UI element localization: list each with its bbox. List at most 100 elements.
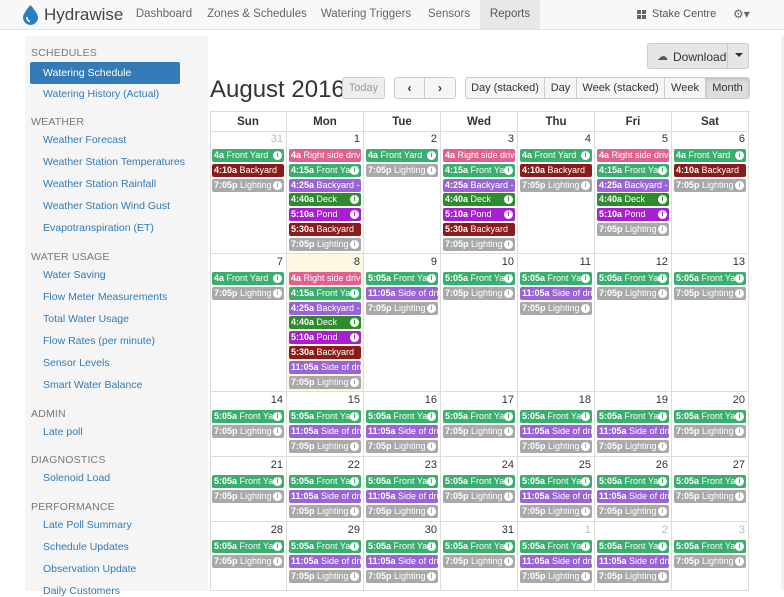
info-icon[interactable]: i — [735, 477, 744, 486]
day-cell[interactable]: 20 5:05a Front Yard i 7:05p Lighting i — [672, 392, 749, 457]
schedule-event[interactable]: 5:30a Backyard — [289, 346, 361, 359]
day-number[interactable]: 31 — [502, 524, 514, 536]
view-day-stacked-button[interactable]: Day (stacked) — [465, 77, 545, 99]
schedule-event[interactable]: 11:05a Side of driveway — [520, 424, 592, 438]
schedule-event[interactable]: 4:25a Backyard - Lawn — [443, 178, 515, 192]
sidebar-item-weather-forecast[interactable]: Weather Forecast — [43, 134, 126, 146]
schedule-event[interactable]: 4a Right side driveway — [443, 149, 515, 162]
day-cell[interactable]: 54a Right side driveway4:15a Front Yardi… — [595, 131, 672, 254]
schedule-event[interactable]: 5:05a Front Yard i — [674, 475, 746, 488]
schedule-event[interactable]: 5:10a Pond i — [443, 208, 515, 222]
schedule-event[interactable]: 7:05p Lighting i — [597, 286, 669, 300]
day-number[interactable]: 1 — [585, 524, 591, 536]
day-number[interactable]: 30 — [425, 524, 437, 536]
day-number[interactable]: 16 — [425, 394, 437, 406]
schedule-event[interactable]: 7:05p Lighting i — [212, 489, 284, 503]
site-selector[interactable]: Stake Centre — [637, 0, 716, 29]
info-icon[interactable]: i — [273, 274, 282, 283]
info-icon[interactable]: i — [504, 274, 513, 283]
info-icon[interactable]: i — [350, 165, 359, 175]
sidebar-item-flow-meter-measurements[interactable]: Flow Meter Measurements — [43, 291, 167, 303]
schedule-event[interactable]: 7:05p Lighting i — [443, 237, 515, 251]
schedule-event[interactable]: 7:05p Lighting i — [674, 286, 746, 300]
schedule-event[interactable]: 7:05p Lighting i — [520, 178, 592, 192]
schedule-event[interactable]: 4:15a Front Yard i — [289, 163, 361, 177]
info-icon[interactable]: i — [427, 151, 436, 160]
schedule-event[interactable]: 7:05p Lighting i — [366, 163, 438, 177]
info-icon[interactable]: i — [273, 412, 282, 421]
schedule-event[interactable]: 11:05a Side of driveway — [520, 489, 592, 503]
schedule-event[interactable]: 5:10a Pond i — [289, 208, 361, 222]
day-number[interactable]: 31 — [271, 133, 283, 145]
schedule-event[interactable]: 7:05p Lighting i — [212, 286, 284, 300]
info-icon[interactable]: i — [350, 195, 359, 205]
info-icon[interactable]: i — [581, 180, 590, 190]
schedule-event[interactable]: 7:05p Lighting i — [520, 504, 592, 518]
day-cell[interactable]: 10 5:05a Front Yard i 7:05p Lighting i — [441, 254, 518, 392]
sidebar-item-water-saving[interactable]: Water Saving — [43, 269, 106, 281]
sidebar-item-late-poll[interactable]: Late poll — [43, 426, 83, 438]
schedule-event[interactable]: 11:05a Side of driveway — [366, 554, 438, 568]
day-cell[interactable]: 195:05a Front Yardi11:05a Side of drivew… — [595, 392, 672, 457]
day-cell[interactable]: 305:05a Front Yardi11:05a Side of drivew… — [364, 522, 441, 591]
day-cell[interactable]: 14a Right side driveway4:15a Front Yardi… — [287, 131, 364, 254]
schedule-event[interactable]: 7:05p Lighting i — [597, 504, 669, 518]
day-cell[interactable]: 14 5:05a Front Yard i 7:05p Lighting i — [210, 392, 287, 457]
schedule-event[interactable]: 11:05a Side of driveway — [520, 554, 592, 568]
info-icon[interactable]: i — [658, 288, 667, 298]
day-cell[interactable]: 3 5:05a Front Yard i 7:05p Lighting i — [672, 522, 749, 591]
info-icon[interactable]: i — [581, 571, 590, 581]
day-number[interactable]: 28 — [271, 524, 283, 536]
day-number[interactable]: 3 — [508, 133, 514, 145]
schedule-event[interactable]: 7:05p Lighting i — [597, 223, 669, 236]
schedule-event[interactable]: 4:25a Backyard - Lawn — [289, 301, 361, 315]
info-icon[interactable]: i — [735, 556, 744, 566]
schedule-event[interactable]: 11:05a Side of driveway — [597, 489, 669, 503]
day-number[interactable]: 27 — [733, 459, 745, 471]
day-cell[interactable]: 235:05a Front Yardi11:05a Side of drivew… — [364, 457, 441, 522]
sidebar-item-late-poll-summary[interactable]: Late Poll Summary — [43, 519, 132, 531]
info-icon[interactable]: i — [350, 441, 359, 451]
day-cell[interactable]: 17 5:05a Front Yard i 7:05p Lighting i — [441, 392, 518, 457]
info-icon[interactable]: i — [581, 506, 590, 516]
sidebar-item-daily-customers[interactable]: Daily Customers — [43, 585, 120, 597]
info-icon[interactable]: i — [350, 318, 359, 328]
info-icon[interactable]: i — [273, 288, 282, 298]
day-number[interactable]: 4 — [585, 133, 591, 145]
sidebar-item-weather-station-rainfall[interactable]: Weather Station Rainfall — [43, 178, 156, 190]
schedule-event[interactable]: 4:25a Backyard - Lawn — [289, 178, 361, 192]
sidebar-item-total-water-usage[interactable]: Total Water Usage — [43, 313, 129, 325]
day-number[interactable]: 2 — [662, 524, 668, 536]
sidebar-item-watering-schedule[interactable]: Watering Schedule — [30, 62, 180, 84]
view-week-stacked-button[interactable]: Week (stacked) — [576, 77, 665, 99]
schedule-event[interactable]: 5:05a Front Yard i — [674, 410, 746, 423]
info-icon[interactable]: i — [350, 542, 359, 551]
info-icon[interactable]: i — [658, 412, 667, 421]
schedule-event[interactable]: 5:05a Front Yard i — [443, 410, 515, 423]
info-icon[interactable]: i — [581, 274, 590, 283]
schedule-event[interactable]: 5:05a Front Yard i — [674, 540, 746, 553]
download-button[interactable]: ☁ Download — [647, 43, 749, 69]
sidebar-item-weather-station-wind-gust[interactable]: Weather Station Wind Gust — [43, 200, 170, 212]
schedule-event[interactable]: 5:05a Front Yard i — [520, 475, 592, 488]
schedule-event[interactable]: 7:05p Lighting i — [366, 569, 438, 583]
day-cell[interactable]: 12 5:05a Front Yard i 7:05p Lighting i — [595, 254, 672, 392]
schedule-event[interactable]: 4:40a Deck i — [443, 193, 515, 207]
info-icon[interactable]: i — [658, 542, 667, 551]
schedule-event[interactable]: 5:10a Pond i — [289, 331, 361, 345]
chevron-down-icon[interactable] — [735, 53, 743, 57]
info-icon[interactable]: i — [658, 225, 667, 234]
info-icon[interactable]: i — [658, 506, 667, 516]
view-month-button[interactable]: Month — [705, 77, 750, 99]
day-cell[interactable]: 185:05a Front Yardi11:05a Side of drivew… — [518, 392, 595, 457]
schedule-event[interactable]: 7:05p Lighting i — [443, 424, 515, 438]
today-button[interactable]: Today — [342, 77, 385, 99]
info-icon[interactable]: i — [350, 288, 359, 298]
schedule-event[interactable]: 4:10a Backyard — [520, 163, 592, 177]
day-cell[interactable]: 155:05a Front Yardi11:05a Side of drivew… — [287, 392, 364, 457]
info-icon[interactable]: i — [581, 151, 590, 160]
schedule-event[interactable]: 4:40a Deck i — [289, 316, 361, 330]
info-icon[interactable]: i — [350, 412, 359, 421]
info-icon[interactable]: i — [350, 377, 359, 387]
day-number[interactable]: 17 — [502, 394, 514, 406]
